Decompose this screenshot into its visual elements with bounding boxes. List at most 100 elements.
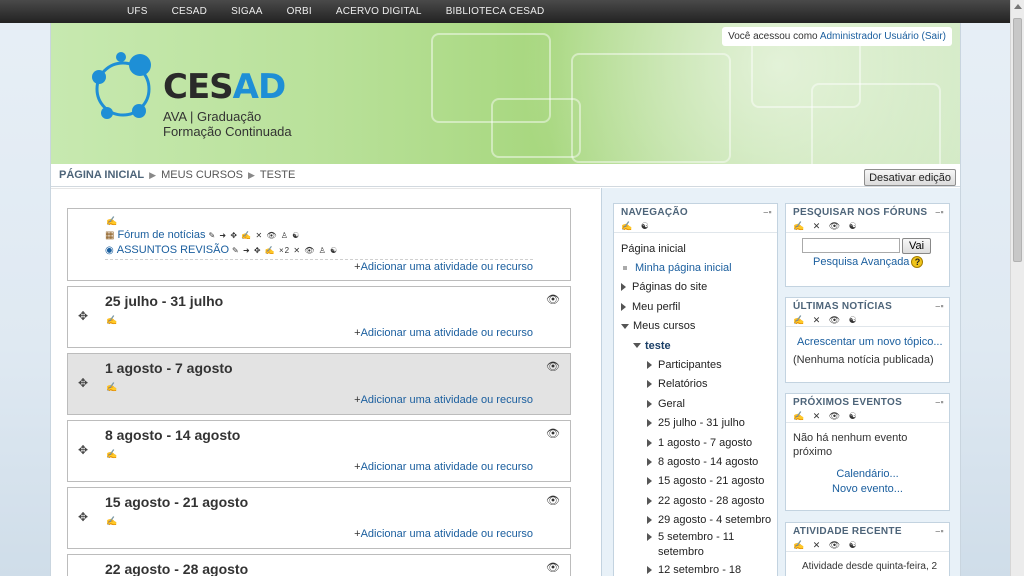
nav-item-week[interactable]: 5 setembro - 11	[621, 530, 777, 544]
eye-icon[interactable]: 👁	[546, 427, 560, 440]
expand-icon[interactable]	[647, 532, 652, 541]
topnav-orbi[interactable]: ORBI	[275, 6, 324, 17]
nav-item-week[interactable]: 8 agosto - 14 agosto	[621, 452, 777, 471]
news-content: Acrescentar um novo tópico...	[786, 327, 949, 348]
breadcrumb-home[interactable]: PÁGINA INICIAL	[59, 169, 144, 181]
topnav-biblioteca-cesad[interactable]: BIBLIOTECA CESAD	[434, 6, 557, 17]
block-collapse-icon[interactable]: –▪	[935, 207, 944, 217]
expand-icon[interactable]	[621, 302, 626, 311]
forum-icon: ▦	[105, 229, 115, 241]
vertical-scrollbar[interactable]	[1010, 0, 1024, 576]
expand-icon[interactable]	[647, 516, 652, 525]
block-edit-icons[interactable]: ✍ ✕ 👁 ☯	[786, 315, 949, 327]
edit-summary-icon[interactable]: ✍	[106, 516, 117, 527]
nav-item-reports[interactable]: Relatórios	[621, 375, 777, 394]
course-section-current: ✥ 1 agosto - 7 agosto 👁 ✍ +Adicionar uma…	[67, 353, 571, 415]
add-activity-link[interactable]: +Adicionar uma atividade ou recurso	[354, 394, 533, 406]
add-activity-link[interactable]: +Adicionar uma atividade ou recurso	[354, 327, 533, 339]
block-collapse-icon[interactable]: –▪	[935, 301, 944, 311]
nav-label: Minha página inicial	[635, 262, 732, 275]
add-new-topic-link[interactable]: Acrescentar um novo tópico...	[797, 336, 943, 348]
activity-glossary-link[interactable]: ASSUNTOS REVISÃO	[117, 244, 229, 256]
nav-item-my-profile[interactable]: Meu perfil	[621, 297, 777, 316]
move-section-icon[interactable]: ✥	[78, 443, 88, 457]
topnav-cesad[interactable]: CESAD	[160, 6, 219, 17]
activity-edit-controls[interactable]: ✎ ➜ ✥ ✍ ×2 ✕ 👁 ♙ ☯	[232, 246, 338, 255]
nav-label: setembro	[658, 545, 704, 558]
forum-search-input[interactable]	[802, 238, 900, 253]
help-icon[interactable]: ?	[911, 256, 924, 268]
block-collapse-icon[interactable]: –▪	[935, 526, 944, 536]
expand-icon[interactable]	[647, 496, 652, 505]
scroll-up-arrow-icon[interactable]	[1014, 4, 1022, 9]
block-collapse-icon[interactable]: –▪	[763, 207, 772, 217]
topnav-sigaa[interactable]: SIGAA	[219, 6, 275, 17]
eye-icon[interactable]: 👁	[546, 360, 560, 373]
nav-item-participants[interactable]: Participantes	[621, 355, 777, 374]
add-activity-link[interactable]: +Adicionar uma atividade ou recurso	[354, 261, 533, 273]
expand-icon[interactable]	[647, 438, 652, 447]
expand-icon[interactable]	[647, 361, 652, 370]
nav-label: Meu perfil	[632, 300, 681, 313]
logout-link[interactable]: (Sair)	[922, 31, 946, 42]
nav-item-week-continued[interactable]: setembro	[621, 544, 777, 560]
block-edit-icons[interactable]: ✍ ✕ 👁 ☯	[786, 540, 949, 552]
nav-item-course-teste[interactable]: teste	[621, 336, 777, 355]
forum-search-button[interactable]: Vai	[902, 238, 932, 254]
nav-label: 5 setembro - 11	[658, 530, 735, 543]
topnav-ufs[interactable]: UFS	[115, 6, 160, 17]
block-edit-icons[interactable]: ✍ ✕ 👁 ☯	[786, 221, 949, 233]
eye-icon[interactable]: 👁	[546, 561, 560, 574]
nav-item-week[interactable]: 25 julho - 31 julho	[621, 414, 777, 433]
nav-item-my-courses[interactable]: Meus cursos	[621, 317, 777, 336]
block-edit-icons[interactable]: ✍ ☯	[614, 221, 777, 233]
expand-icon[interactable]	[647, 477, 652, 486]
nav-item-week[interactable]: 29 agosto - 4 setembro	[621, 510, 777, 529]
topnav-acervo-digital[interactable]: ACERVO DIGITAL	[324, 6, 434, 17]
eye-icon[interactable]: 👁	[546, 494, 560, 507]
nav-item-week[interactable]: 12 setembro - 18	[621, 560, 777, 576]
activity-edit-controls[interactable]: ✎ ➜ ✥ ✍ ✕ 👁 ♙ ☯	[209, 231, 301, 240]
header-decoration	[811, 83, 941, 164]
move-section-icon[interactable]: ✥	[78, 376, 88, 390]
block-collapse-icon[interactable]: –▪	[935, 397, 944, 407]
edit-summary-icon[interactable]: ✍	[106, 315, 117, 326]
expand-icon[interactable]	[647, 399, 652, 408]
move-section-icon[interactable]: ✥	[78, 510, 88, 524]
user-profile-link[interactable]: Administrador Usuário	[820, 31, 919, 42]
add-activity-link[interactable]: +Adicionar uma atividade ou recurso	[354, 461, 533, 473]
expand-icon[interactable]	[621, 283, 626, 292]
move-section-icon[interactable]: ✥	[78, 309, 88, 323]
expand-icon[interactable]	[647, 380, 652, 389]
breadcrumb-course[interactable]: TESTE	[260, 169, 295, 181]
edit-summary-icon[interactable]: ✍	[106, 449, 117, 460]
advanced-search-link[interactable]: Pesquisa Avançada	[813, 256, 909, 268]
eye-icon[interactable]: 👁	[546, 293, 560, 306]
globe-icon: ◉	[105, 244, 114, 256]
nav-item-my-home[interactable]: Minha página inicial	[621, 258, 777, 277]
nav-item-home[interactable]: Página inicial	[621, 239, 777, 258]
calendar-link[interactable]: Calendário...	[836, 468, 898, 480]
collapse-icon[interactable]	[633, 343, 641, 349]
scrollbar-thumb[interactable]	[1013, 18, 1022, 262]
expand-icon[interactable]	[647, 419, 652, 428]
cesad-logo-icon[interactable]	[85, 45, 165, 125]
edit-summary-icon[interactable]: ✍	[106, 216, 117, 227]
block-edit-icons[interactable]: ✍ ✕ 👁 ☯	[786, 411, 949, 423]
nav-item-site-pages[interactable]: Páginas do site	[621, 278, 777, 297]
toggle-editing-button[interactable]: Desativar edição	[864, 169, 956, 186]
expand-icon[interactable]	[647, 457, 652, 466]
navigation-block: NAVEGAÇÃO –▪ ✍ ☯ Página inicial Minha pá…	[613, 203, 778, 576]
edit-summary-icon[interactable]: ✍	[106, 382, 117, 393]
nav-item-week[interactable]: 1 agosto - 7 agosto	[621, 433, 777, 452]
collapse-icon[interactable]	[621, 323, 629, 329]
add-activity-link[interactable]: +Adicionar uma atividade ou recurso	[354, 528, 533, 540]
nav-item-week[interactable]: 15 agosto - 21 agosto	[621, 472, 777, 491]
activity-forum-link[interactable]: Fórum de notícias	[117, 229, 205, 241]
nav-item-week[interactable]: 22 agosto - 28 agosto	[621, 491, 777, 510]
expand-icon[interactable]	[647, 565, 652, 574]
nav-item-general[interactable]: Geral	[621, 394, 777, 413]
new-event-link[interactable]: Novo evento...	[832, 483, 903, 495]
recent-activity-title: ATIVIDADE RECENTE	[793, 526, 902, 537]
breadcrumb-my-courses[interactable]: MEUS CURSOS	[161, 169, 243, 181]
